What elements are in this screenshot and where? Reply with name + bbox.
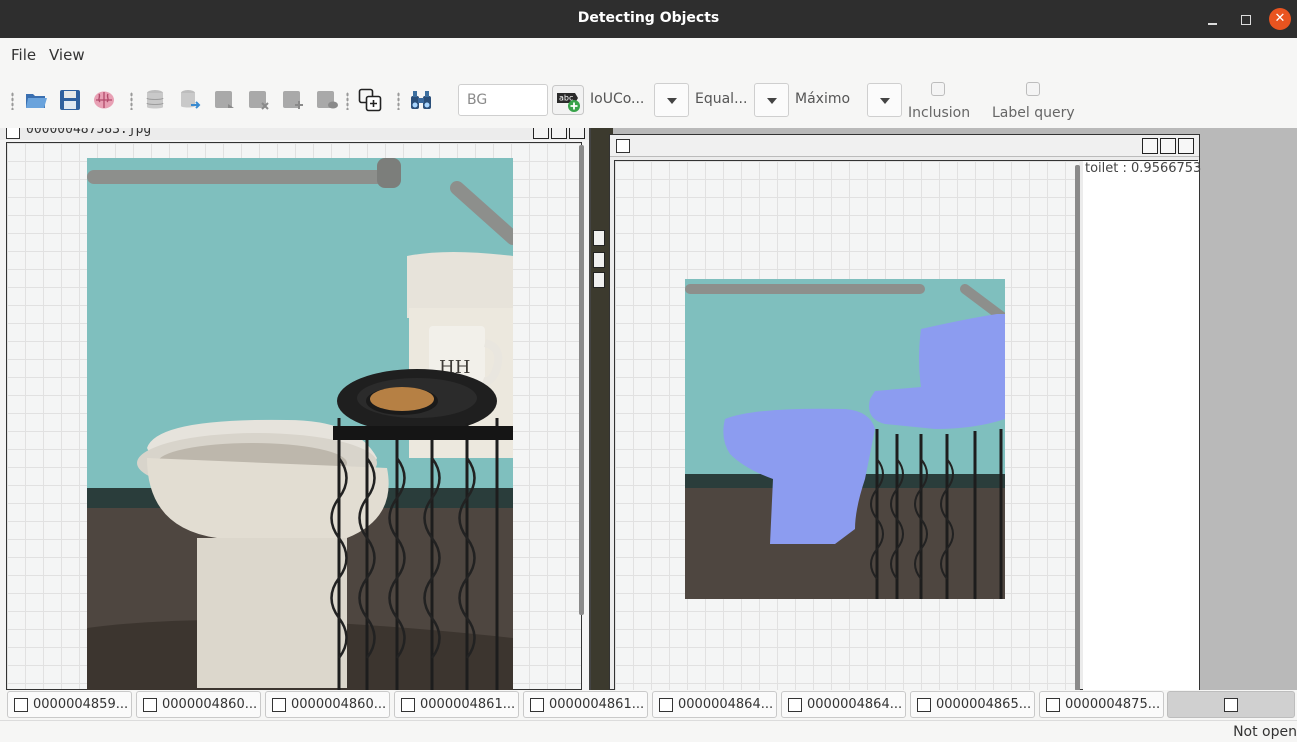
image-filename: 000000487583.jpg (26, 128, 152, 137)
aggregation-label: Máximo (795, 91, 851, 107)
mdi-desktop: 000000487583.jpg HH toilet: 0.9566753 (0, 128, 1297, 706)
binoculars-icon[interactable] (409, 88, 433, 112)
image-icon (143, 698, 157, 712)
label-input[interactable]: BG (458, 84, 548, 116)
box-comment-icon[interactable] (315, 88, 339, 112)
original-image-window-titlebar[interactable]: 000000487583.jpg (0, 128, 589, 140)
window-close-button[interactable] (569, 128, 585, 139)
brain-icon[interactable] (92, 88, 116, 112)
image-icon (14, 698, 28, 712)
image-tab[interactable]: 0000004861... (523, 691, 648, 718)
original-image-canvas[interactable]: HH (6, 142, 584, 706)
image-icon (659, 698, 673, 712)
title-bar: Detecting Objects ✕ (0, 0, 1297, 38)
image-icon (917, 698, 931, 712)
image-icon (272, 698, 286, 712)
bathroom-photo: HH (87, 158, 513, 706)
label-query-label: Label query (992, 105, 1075, 121)
menu-view[interactable]: View (49, 46, 85, 64)
close-button[interactable]: ✕ (1269, 8, 1291, 30)
status-text: Not open (1233, 724, 1297, 740)
collapsed-window-button[interactable] (593, 230, 605, 246)
copy-box-icon[interactable] (358, 88, 382, 112)
image-tab[interactable]: 0000004864... (652, 691, 777, 718)
image-tab-active[interactable] (1167, 691, 1295, 718)
comparison-dropdown[interactable] (754, 83, 789, 117)
image-icon (1224, 698, 1238, 712)
collapsed-window-button[interactable] (593, 252, 605, 268)
image-icon (788, 698, 802, 712)
menu-bar: File View (0, 38, 1297, 72)
database-export-icon[interactable] (178, 88, 202, 112)
maximize-button[interactable] (1236, 9, 1256, 29)
save-icon[interactable] (58, 88, 82, 112)
vertical-scrollbar[interactable] (1075, 165, 1080, 691)
detection-window-titlebar[interactable] (610, 135, 1199, 157)
collapsed-window-button[interactable] (593, 272, 605, 288)
comparison-label: Equal... (695, 91, 748, 107)
image-tab[interactable]: 0000004860... (265, 691, 390, 718)
window-title: Detecting Objects (577, 10, 720, 26)
detection-canvas[interactable] (615, 161, 1079, 691)
window-icon (616, 139, 630, 153)
app-window: Detecting Objects ✕ File View BG abc IoU… (0, 0, 1297, 742)
original-image-window: 000000487583.jpg HH (0, 128, 591, 706)
detection-window: toilet : 0.9566753 (609, 134, 1201, 691)
box-add-icon[interactable] (281, 88, 305, 112)
menu-file[interactable]: File (11, 46, 36, 64)
image-icon (530, 698, 544, 712)
metric-label: IoUCo... (590, 91, 645, 107)
image-tab[interactable]: 0000004861... (394, 691, 519, 718)
image-icon (401, 698, 415, 712)
toolbar-grip[interactable] (346, 92, 349, 110)
inclusion-checkbox[interactable] (931, 82, 945, 96)
aggregation-dropdown[interactable] (867, 83, 902, 117)
image-tab[interactable]: 0000004865... (910, 691, 1035, 718)
image-tab[interactable]: 0000004860... (136, 691, 261, 718)
detection-item[interactable]: toilet : 0.9566753 (1085, 161, 1201, 176)
metric-dropdown[interactable] (654, 83, 689, 117)
box-delete-icon[interactable] (247, 88, 271, 112)
segmented-photo (685, 279, 1005, 599)
toolbar-grip[interactable] (130, 92, 133, 110)
window-minimize-button[interactable] (533, 128, 549, 139)
image-tab-bar: 0000004859... 0000004860... 0000004860..… (0, 690, 1297, 720)
window-icon (6, 128, 20, 139)
toolbar-grip[interactable] (397, 92, 400, 110)
window-maximize-button[interactable] (1160, 138, 1176, 154)
abc-plus-icon[interactable]: abc (552, 85, 584, 115)
minimize-button[interactable] (1203, 9, 1223, 29)
detection-window-content: toilet : 0.9566753 (614, 160, 1201, 691)
inclusion-label: Inclusion (908, 105, 971, 121)
image-tab[interactable]: 0000004859... (7, 691, 132, 718)
toolbar: BG abc IoUCo... Equal... Máximo Inclusio… (0, 72, 1297, 128)
box-next-icon[interactable] (213, 88, 237, 112)
image-icon (1046, 698, 1060, 712)
label-query-checkbox[interactable] (1026, 82, 1040, 96)
image-tab[interactable]: 0000004864... (781, 691, 906, 718)
image-tab[interactable]: 0000004875... (1039, 691, 1164, 718)
toolbar-grip[interactable] (11, 92, 14, 110)
window-minimize-button[interactable] (1142, 138, 1158, 154)
status-bar: Not open (0, 720, 1297, 742)
window-maximize-button[interactable] (551, 128, 567, 139)
vertical-scrollbar[interactable] (579, 145, 584, 615)
detection-list: toilet : 0.9566753 (1083, 161, 1201, 691)
open-folder-icon[interactable] (24, 88, 48, 112)
database-icon[interactable] (143, 88, 167, 112)
window-close-button[interactable] (1178, 138, 1194, 154)
